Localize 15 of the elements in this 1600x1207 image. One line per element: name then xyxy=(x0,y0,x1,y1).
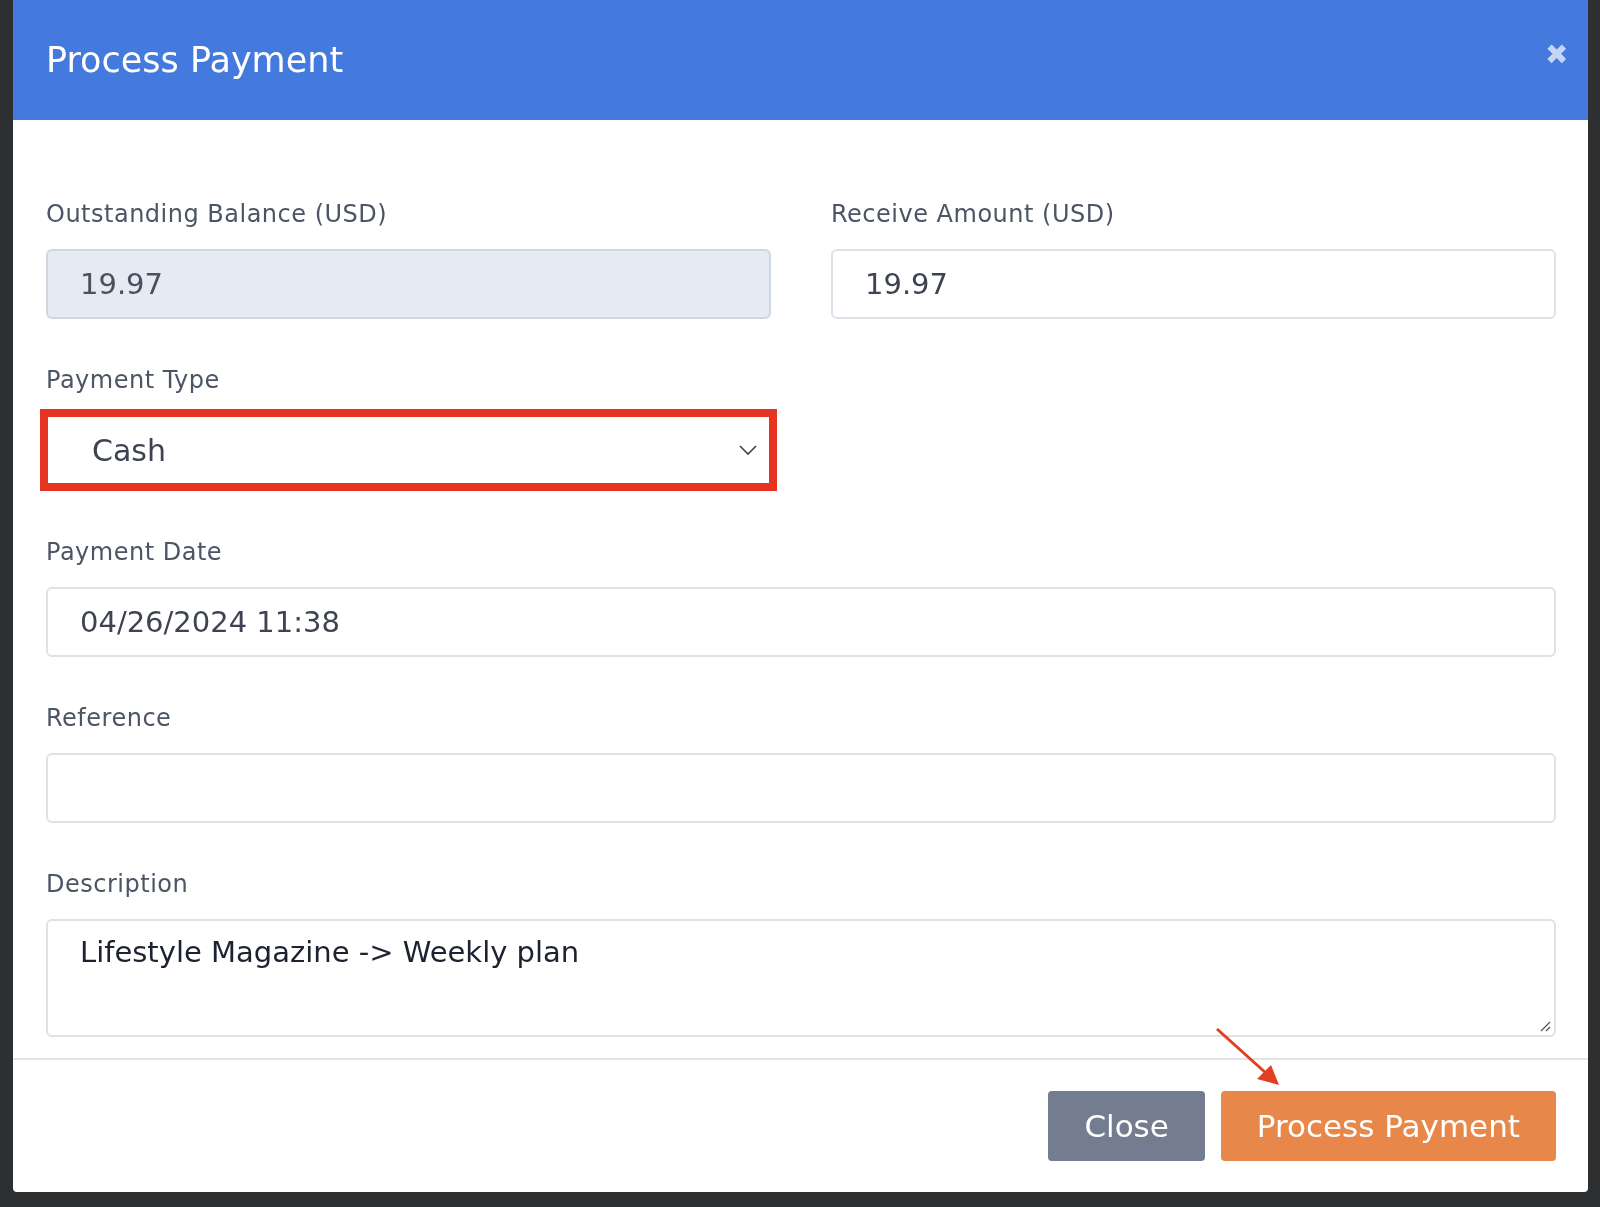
chevron-down-icon xyxy=(739,444,757,456)
field-label: Receive Amount (USD) xyxy=(831,200,1116,230)
payment-type-select[interactable]: Cash xyxy=(40,409,777,491)
close-button[interactable]: Close xyxy=(1048,1091,1205,1161)
field-label: Payment Date xyxy=(46,538,224,568)
field-label: Reference xyxy=(46,704,173,734)
input-field[interactable] xyxy=(46,753,1556,823)
field-label: Description xyxy=(46,870,190,900)
input-field[interactable]: 04/26/2024 11:38 xyxy=(46,587,1556,657)
input-field[interactable]: 19.97 xyxy=(831,249,1556,319)
description-field[interactable]: Lifestyle Magazine -> Weekly plan xyxy=(46,919,1556,1037)
field-label: Outstanding Balance (USD) xyxy=(46,200,389,230)
field-label: Payment Type xyxy=(46,366,221,396)
resize-grip-icon xyxy=(1539,1020,1551,1032)
dialog-title: Process Payment xyxy=(46,40,344,80)
